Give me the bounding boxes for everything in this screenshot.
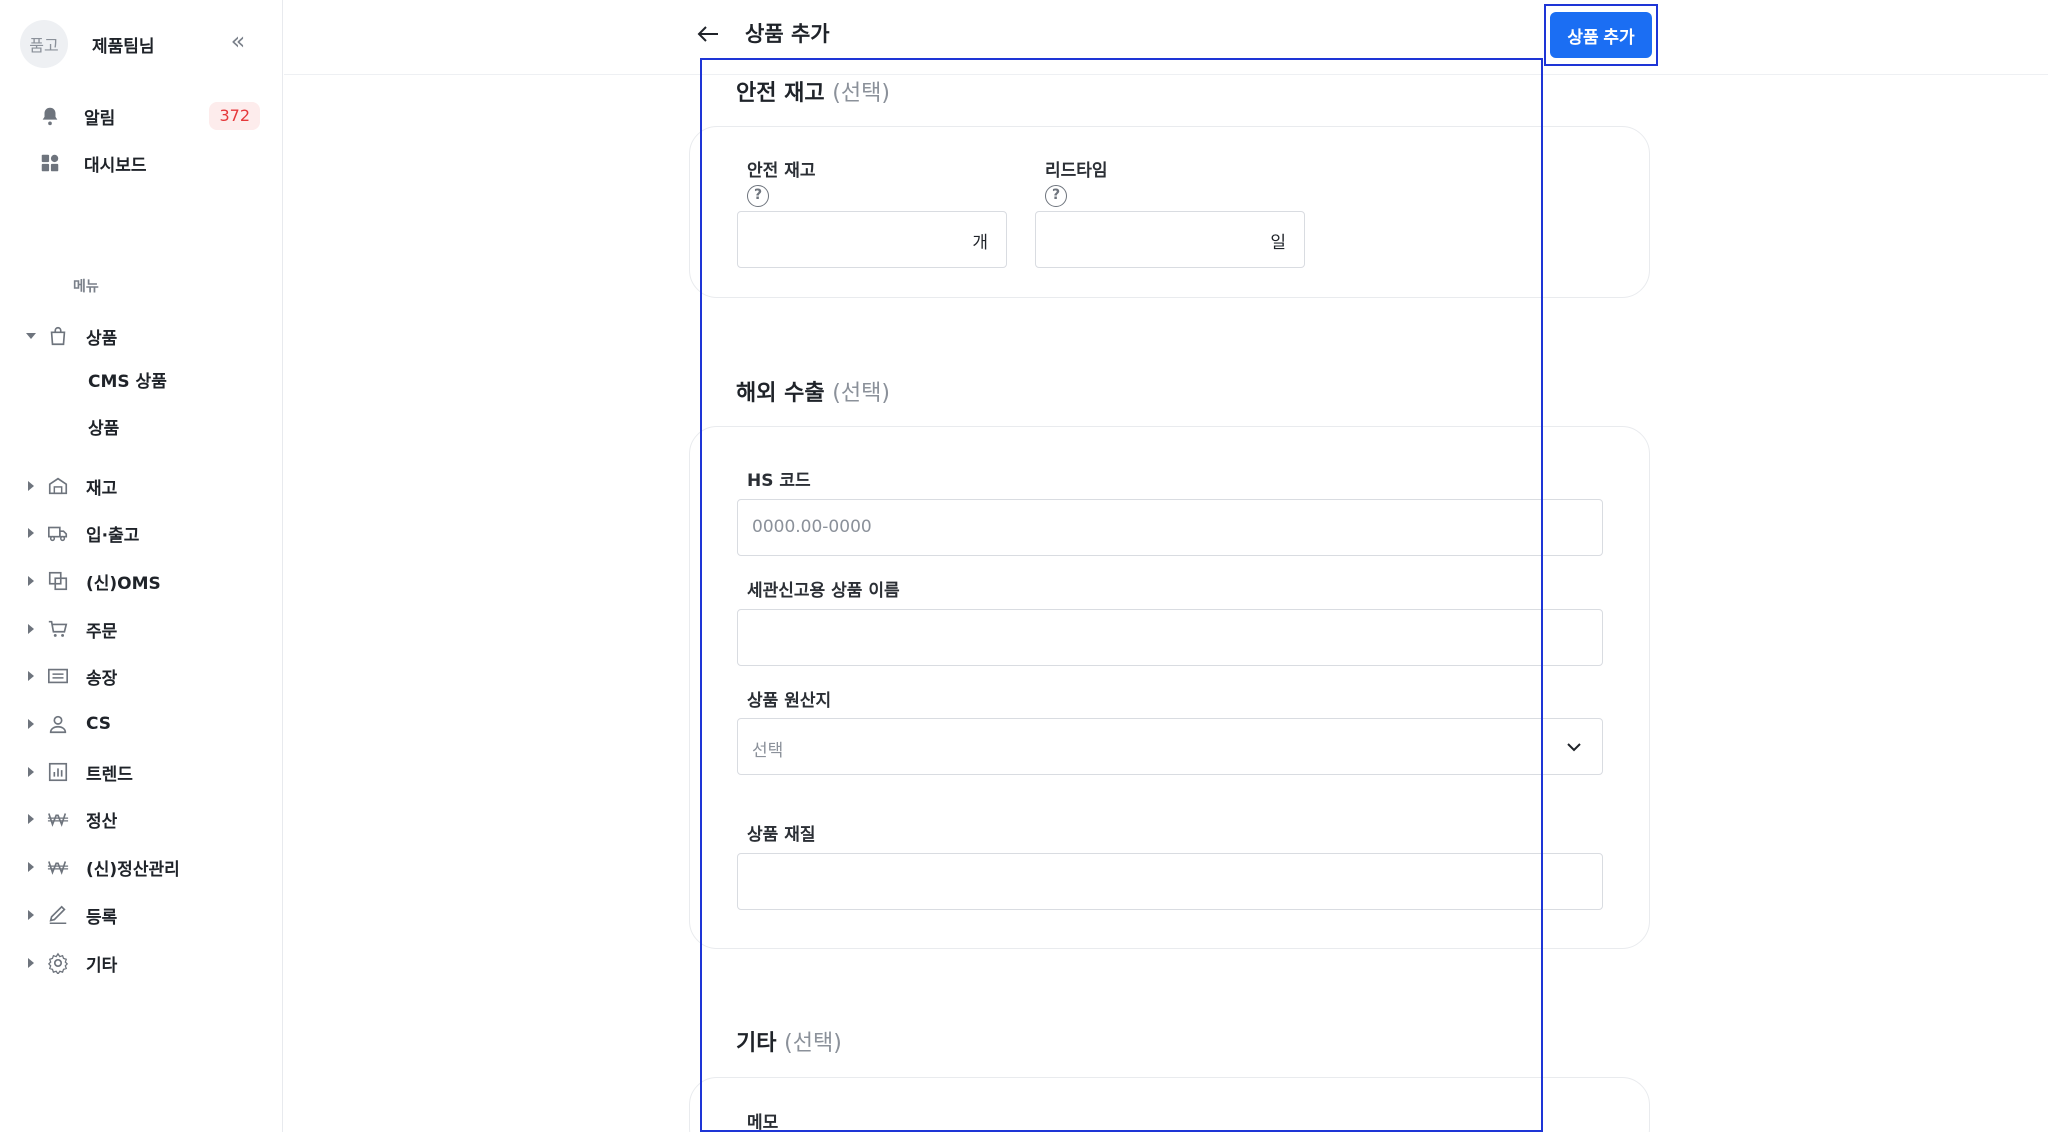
- sidebar-item-new-settlement[interactable]: (신)정산관리: [24, 851, 264, 883]
- bar-chart-icon: [44, 758, 72, 786]
- menu-heading: 메뉴: [73, 279, 99, 295]
- profile-name: 제품팀님: [92, 36, 155, 57]
- caret-down-icon: [24, 329, 38, 343]
- gear-icon: [44, 949, 72, 977]
- sidebar-item-label: CS: [86, 714, 112, 734]
- warehouse-icon: [44, 472, 72, 500]
- pencil-icon: [44, 901, 72, 929]
- caret-right-icon: [24, 669, 38, 683]
- material-input[interactable]: [737, 853, 1603, 910]
- origin-label: 상품 원산지: [747, 691, 832, 711]
- customs-name-input[interactable]: [737, 609, 1603, 666]
- sidebar-item-product[interactable]: 상품: [24, 320, 264, 352]
- caret-right-icon: [24, 717, 38, 731]
- unit-label: 일: [1270, 233, 1286, 253]
- optional-tag: (선택): [832, 81, 890, 106]
- page-header: 상품 추가 상품 추가: [284, 0, 2048, 75]
- leadtime-label: 리드타임: [1045, 161, 1108, 181]
- sidebar-item-orders[interactable]: 주문: [24, 613, 264, 645]
- caret-right-icon: [24, 765, 38, 779]
- add-product-button[interactable]: 상품 추가: [1550, 12, 1652, 58]
- sidebar: 품고 제품팀님 « 알림 372 대시보드 메뉴 상품 CMS 상품 상품 재고…: [0, 0, 283, 1132]
- sidebar-item-inbound-outbound[interactable]: 입·출고: [24, 517, 264, 549]
- help-icon[interactable]: ?: [1045, 185, 1067, 207]
- safety-stock-input[interactable]: 개: [737, 211, 1007, 268]
- hs-code-input[interactable]: 0000.00-0000: [737, 499, 1603, 556]
- caret-right-icon: [24, 908, 38, 922]
- sidebar-item-label: 대시보드: [84, 155, 147, 176]
- section-title-text: 안전 재고: [736, 81, 825, 106]
- sidebar-item-label: 알림: [84, 108, 116, 129]
- sidebar-item-cs[interactable]: CS: [24, 708, 264, 740]
- invoice-icon: [44, 662, 72, 690]
- material-label: 상품 재질: [747, 825, 816, 845]
- selected-value: 선택: [752, 741, 784, 761]
- won-icon: [44, 853, 72, 881]
- sidebar-item-alerts[interactable]: 알림 372: [36, 100, 260, 132]
- caret-right-icon: [24, 956, 38, 970]
- sidebar-item-label: 송장: [86, 668, 118, 689]
- add-button-highlight: 상품 추가: [1544, 4, 1658, 66]
- placeholder-text: 0000.00-0000: [752, 517, 872, 537]
- sidebar-item-dashboard[interactable]: 대시보드: [36, 147, 260, 179]
- sidebar-item-label: 등록: [86, 907, 118, 928]
- sidebar-item-label: 주문: [86, 621, 118, 642]
- caret-right-icon: [24, 479, 38, 493]
- cart-icon: [44, 615, 72, 643]
- caret-right-icon: [24, 526, 38, 540]
- dashboard-icon: [36, 149, 64, 177]
- won-icon: [44, 805, 72, 833]
- section-title-text: 해외 수출: [736, 381, 825, 406]
- leadtime-input[interactable]: 일: [1035, 211, 1305, 268]
- transfer-icon: [44, 567, 72, 595]
- sidebar-item-label: 재고: [86, 478, 118, 499]
- safety-stock-label: 안전 재고: [747, 161, 816, 181]
- optional-tag: (선택): [832, 381, 890, 406]
- caret-right-icon: [24, 860, 38, 874]
- collapse-sidebar-icon[interactable]: «: [226, 29, 250, 54]
- sidebar-item-label: (신)정산관리: [86, 859, 180, 880]
- help-icon[interactable]: ?: [747, 185, 769, 207]
- shopping-bag-icon: [44, 322, 72, 350]
- caret-right-icon: [24, 812, 38, 826]
- sidebar-item-new-oms[interactable]: (신)OMS: [24, 565, 264, 597]
- sidebar-item-register[interactable]: 등록: [24, 899, 264, 931]
- page-title: 상품 추가: [745, 22, 830, 46]
- sidebar-item-settlement[interactable]: 정산: [24, 803, 264, 835]
- person-icon: [44, 710, 72, 738]
- chevron-down-icon: [1562, 735, 1586, 759]
- avatar: 품고: [20, 20, 68, 68]
- memo-label: 메모: [747, 1113, 779, 1132]
- sidebar-item-invoice[interactable]: 송장: [24, 660, 264, 692]
- safety-stock-section-title: 안전 재고 (선택): [736, 75, 890, 107]
- alerts-count-badge: 372: [209, 102, 260, 130]
- back-arrow-icon[interactable]: [693, 19, 723, 49]
- etc-card: [689, 1077, 1650, 1132]
- section-title-text: 기타: [736, 1031, 777, 1056]
- truck-icon: [44, 519, 72, 547]
- caret-right-icon: [24, 622, 38, 636]
- sidebar-item-label: 정산: [86, 811, 118, 832]
- sidebar-item-label: 트렌드: [86, 764, 133, 785]
- sidebar-item-label: 상품: [86, 328, 118, 349]
- sidebar-item-etc[interactable]: 기타: [24, 947, 264, 979]
- sidebar-item-inventory[interactable]: 재고: [24, 470, 264, 502]
- bell-icon: [36, 102, 64, 130]
- sidebar-item-label: 입·출고: [86, 525, 140, 546]
- sidebar-item-label: (신)OMS: [86, 573, 161, 594]
- caret-right-icon: [24, 574, 38, 588]
- export-section-title: 해외 수출 (선택): [736, 375, 890, 407]
- customs-name-label: 세관신고용 상품 이름: [747, 581, 900, 601]
- unit-label: 개: [972, 233, 988, 253]
- sidebar-subitem-product[interactable]: 상품: [88, 413, 119, 445]
- hs-code-label: HS 코드: [747, 471, 811, 491]
- sidebar-subitem-cms-product[interactable]: CMS 상품: [88, 366, 167, 398]
- sidebar-item-trend[interactable]: 트렌드: [24, 756, 264, 788]
- sidebar-item-label: 기타: [86, 955, 118, 976]
- optional-tag: (선택): [784, 1031, 842, 1056]
- etc-section-title: 기타 (선택): [736, 1025, 842, 1057]
- origin-select[interactable]: 선택: [737, 718, 1603, 775]
